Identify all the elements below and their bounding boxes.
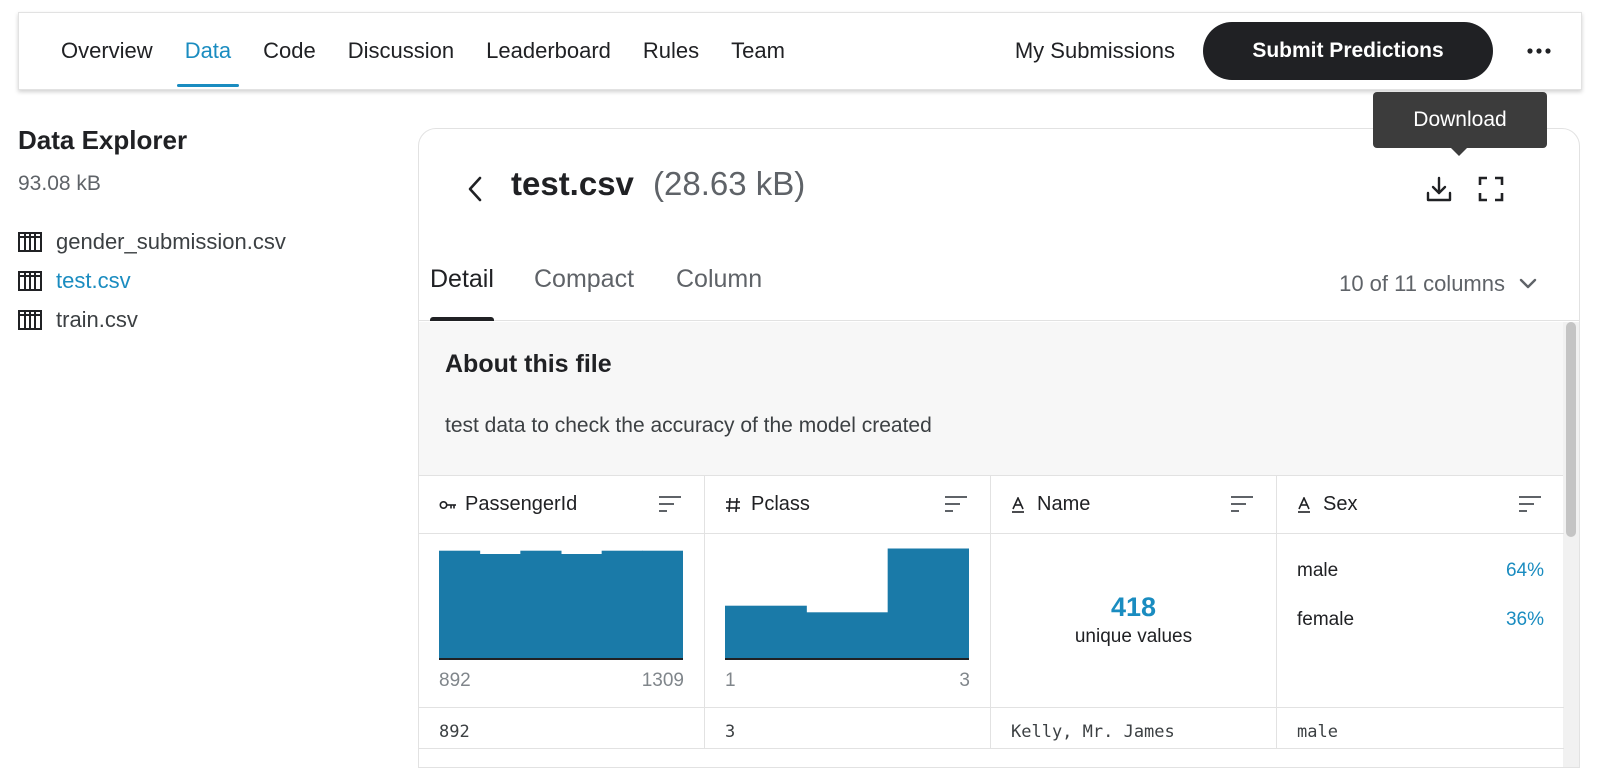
tab-discussion[interactable]: Discussion [332, 13, 470, 89]
histogram[interactable] [439, 548, 683, 660]
category-percent: 64% [1505, 560, 1544, 581]
table-cell: 3 [705, 708, 991, 748]
category-row: female 36% [1297, 609, 1544, 631]
histogram-bar[interactable] [642, 550, 683, 659]
histogram-bar[interactable] [601, 550, 643, 659]
summary-sex: male 64% female 36% [1277, 534, 1564, 707]
histogram-bar[interactable] [725, 605, 807, 659]
column-selector[interactable]: 10 of 11 columns [1339, 271, 1537, 297]
file-item-gender-submission[interactable]: gender_submission.csv [18, 222, 378, 261]
file-size: (28.63 kB) [653, 165, 806, 202]
chevron-down-icon [1519, 278, 1537, 290]
column-name: Name [1037, 493, 1091, 515]
column-name: Pclass [751, 493, 810, 515]
histogram-bar[interactable] [479, 554, 521, 659]
column-summary-row: 892 1309 1 3 418 unique values male 64% … [419, 534, 1564, 708]
view-tabs: Detail Compact Column 10 of 11 columns [419, 257, 1579, 321]
about-title: About this file [445, 350, 612, 378]
download-icon[interactable] [1419, 169, 1459, 209]
column-name: PassengerId [465, 493, 578, 515]
column-header-row: PassengerId Pclass Name Sex [419, 476, 1564, 534]
about-description: test data to check the accuracy of the m… [445, 414, 932, 437]
category-percent: 36% [1505, 609, 1544, 630]
hash-icon [725, 497, 743, 513]
sort-icon[interactable] [658, 494, 682, 514]
column-name: Sex [1323, 493, 1358, 515]
key-icon [439, 499, 457, 511]
tab-overview[interactable]: Overview [45, 13, 169, 89]
table-cell: Kelly, Mr. James [991, 708, 1277, 748]
summary-name: 418 unique values [991, 534, 1277, 707]
category-label: male [1297, 560, 1339, 581]
tab-compact[interactable]: Compact [534, 265, 634, 321]
about-file-section: About this file test data to check the a… [419, 322, 1564, 476]
back-chevron-icon[interactable] [455, 169, 495, 209]
unique-label: unique values [1074, 626, 1193, 647]
sort-icon[interactable] [944, 494, 968, 514]
vertical-scrollbar[interactable] [1563, 322, 1579, 767]
download-tooltip: Download [1373, 92, 1547, 156]
histogram-bar[interactable] [806, 612, 889, 659]
range-max: 3 [959, 670, 970, 691]
tab-code[interactable]: Code [247, 13, 332, 89]
table-cell: 892 [419, 708, 705, 748]
file-name: test.csv [56, 267, 131, 293]
column-header-pclass[interactable]: Pclass [705, 476, 991, 533]
submit-predictions-button[interactable]: Submit Predictions [1203, 22, 1493, 80]
table-icon [18, 231, 44, 253]
tab-rules[interactable]: Rules [627, 13, 715, 89]
summary-pclass: 1 3 [705, 534, 991, 707]
scrollbar-thumb[interactable] [1566, 322, 1576, 537]
range-max: 1309 [641, 670, 684, 691]
data-explorer-sidebar: Data Explorer 93.08 kB gender_submission… [18, 125, 378, 339]
file-name: gender_submission.csv [56, 228, 286, 254]
dataset-size: 93.08 kB [18, 172, 101, 195]
file-name: train.csv [56, 306, 138, 332]
histogram[interactable] [725, 548, 969, 660]
text-icon [1297, 496, 1315, 513]
histogram-bar[interactable] [439, 550, 481, 659]
more-horizontal-icon[interactable] [1517, 29, 1561, 73]
column-header-passengerid[interactable]: PassengerId [419, 476, 705, 533]
tab-column[interactable]: Column [676, 265, 762, 321]
range-min: 892 [439, 670, 471, 691]
column-grid: PassengerId Pclass Name Sex 892 1309 1 3… [419, 476, 1564, 749]
nav-actions: My Submissions Submit Predictions [1015, 13, 1581, 89]
top-navigation: Overview Data Code Discussion Leaderboar… [18, 12, 1582, 90]
sort-icon[interactable] [1518, 494, 1542, 514]
table-icon [18, 309, 44, 331]
table-icon [18, 270, 44, 292]
file-title: test.csv [511, 165, 634, 202]
tab-leaderboard[interactable]: Leaderboard [470, 13, 627, 89]
file-item-train[interactable]: train.csv [18, 300, 378, 339]
data-explorer-title: Data Explorer [18, 125, 188, 155]
competition-tabs: Overview Data Code Discussion Leaderboar… [45, 13, 801, 89]
range-min: 1 [725, 670, 736, 691]
tab-data[interactable]: Data [169, 13, 247, 89]
file-item-test[interactable]: test.csv [18, 261, 378, 300]
tab-detail[interactable]: Detail [430, 265, 494, 321]
summary-passengerid: 892 1309 [419, 534, 705, 707]
unique-count: 418 [1110, 592, 1157, 622]
text-icon [1011, 496, 1029, 513]
sort-icon[interactable] [1230, 494, 1254, 514]
column-header-sex[interactable]: Sex [1277, 476, 1564, 533]
my-submissions-link[interactable]: My Submissions [1015, 38, 1175, 64]
file-preview-panel: test.csv (28.63 kB) Detail Compact Colum… [418, 128, 1580, 768]
column-header-name[interactable]: Name [991, 476, 1277, 533]
category-label: female [1297, 609, 1355, 630]
histogram-bar[interactable] [561, 554, 603, 659]
file-list: gender_submission.csv test.csv train.csv [18, 222, 378, 339]
histogram-bar[interactable] [520, 550, 562, 659]
fullscreen-icon[interactable] [1471, 169, 1511, 209]
tab-team[interactable]: Team [715, 13, 801, 89]
histogram-bar[interactable] [887, 548, 969, 659]
category-row: male 64% [1297, 560, 1544, 582]
table-cell: male [1297, 722, 1338, 742]
column-selector-label: 10 of 11 columns [1339, 271, 1505, 296]
